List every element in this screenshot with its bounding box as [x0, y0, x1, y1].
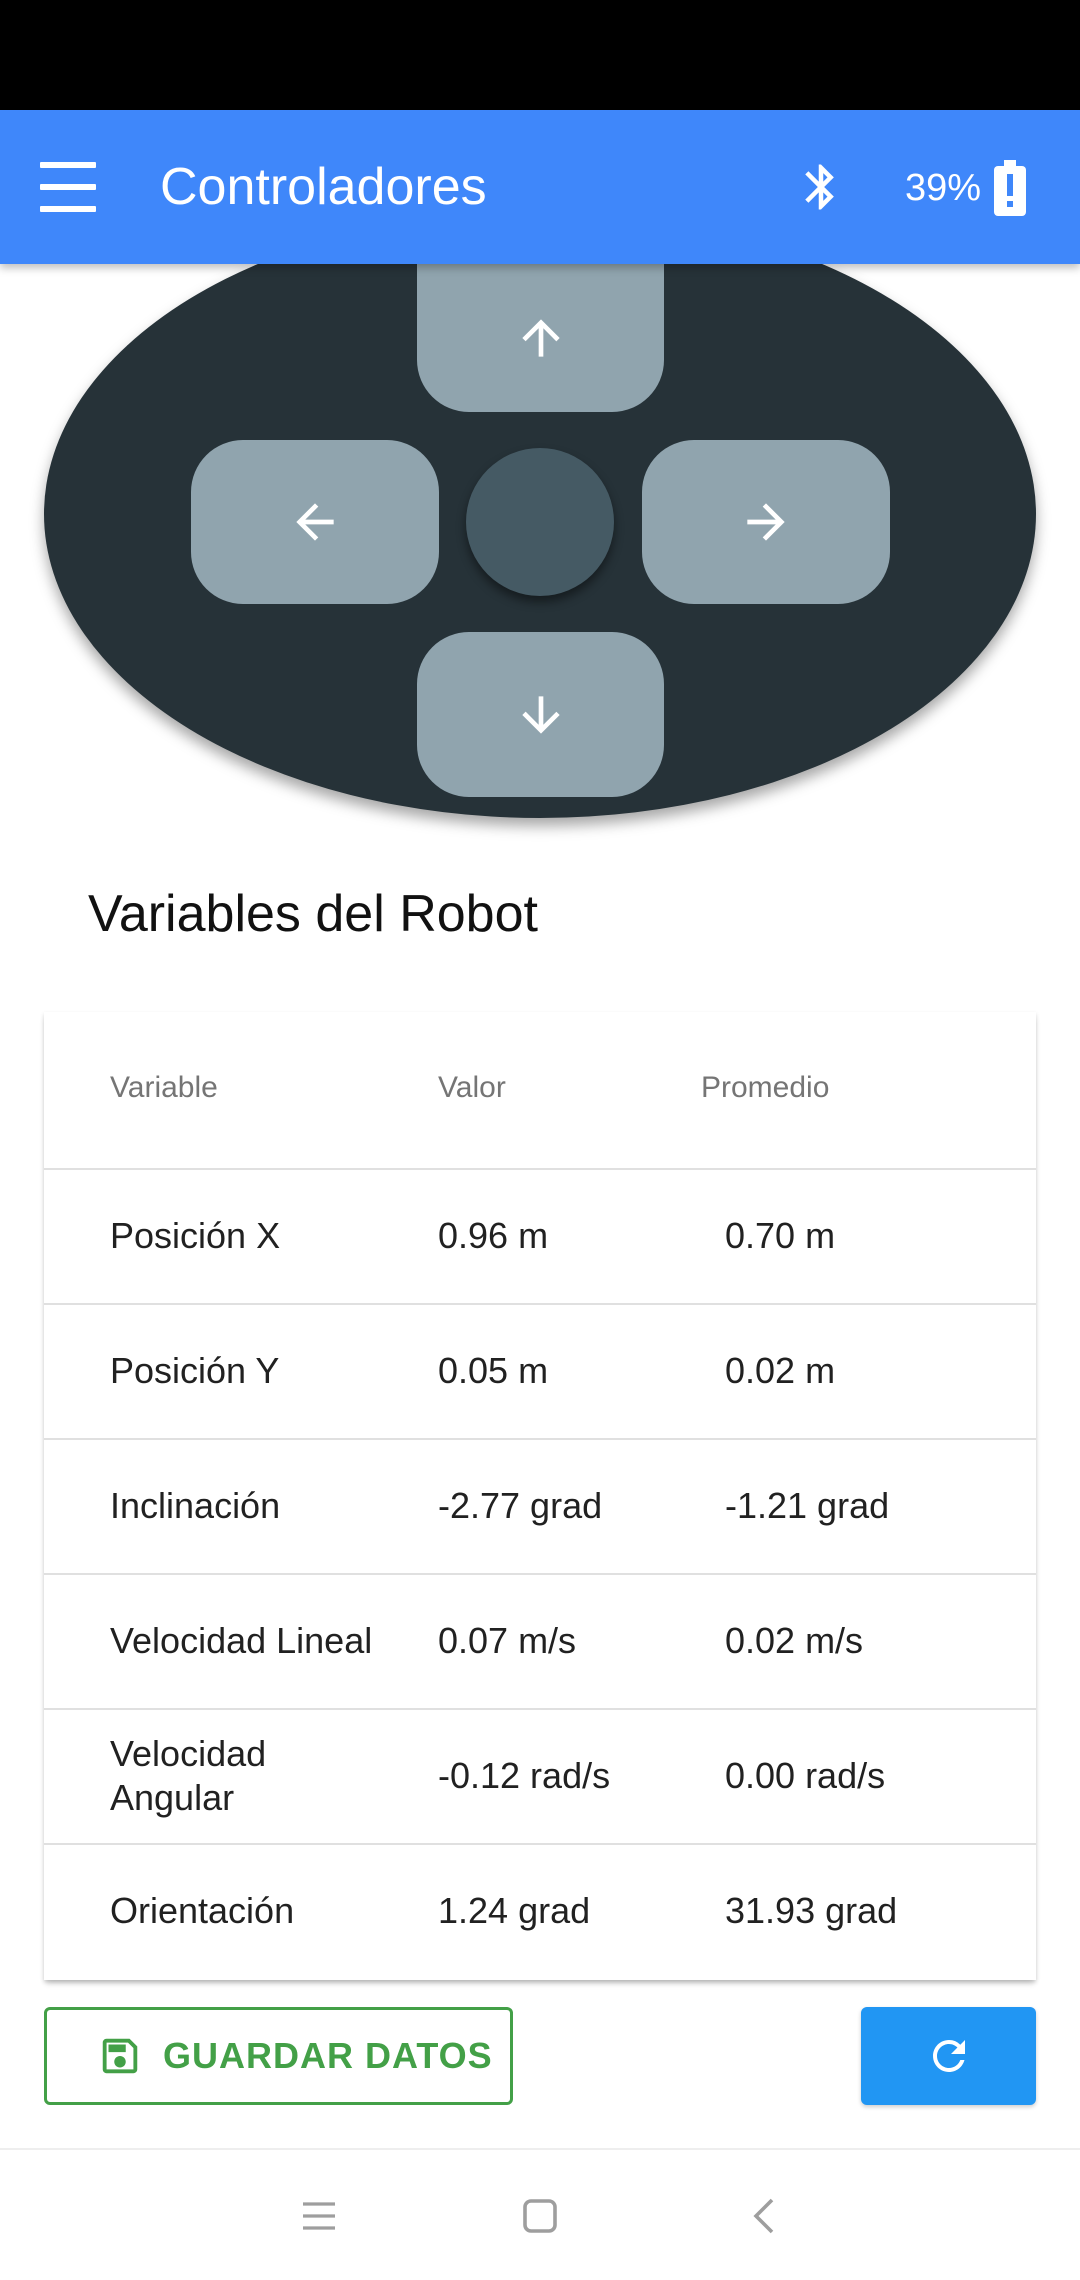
refresh-button[interactable]: [861, 2007, 1036, 2105]
variable-value: 0.07 m/s: [438, 1620, 577, 1661]
column-header-valor: Valor: [438, 1071, 506, 1104]
table-row: Posición Y 0.05 m 0.02 m: [44, 1303, 1036, 1438]
system-nav-bar: [0, 2148, 1080, 2280]
app-bar: Controladores 39%: [0, 110, 1080, 264]
variable-name: Posición X: [110, 1215, 281, 1256]
table-row: Posición X 0.96 m 0.70 m: [44, 1168, 1036, 1303]
status-bar: [0, 0, 1080, 110]
menu-icon[interactable]: [40, 162, 96, 212]
variable-average: 0.02 m: [725, 1350, 836, 1391]
arrow-right-icon: [747, 503, 785, 541]
table-row: Velocidad Angular -0.12 rad/s 0.00 rad/s: [44, 1708, 1036, 1843]
table-row: Orientación 1.24 grad 31.93 grad: [44, 1843, 1036, 1978]
table-row: Velocidad Lineal 0.07 m/s 0.02 m/s: [44, 1573, 1036, 1708]
variable-average: 0.70 m: [725, 1215, 836, 1256]
arrow-left-button[interactable]: [191, 440, 439, 604]
save-icon: [102, 2038, 138, 2074]
back-icon[interactable]: [742, 2192, 790, 2240]
variable-name: Posición Y: [110, 1350, 280, 1391]
save-button-label: GUARDAR DATOS: [163, 2035, 493, 2076]
variable-value: -2.77 grad: [438, 1485, 603, 1526]
variable-average: 0.02 m/s: [725, 1620, 864, 1661]
variable-value: 0.96 m: [438, 1215, 549, 1256]
column-header-variable: Variable: [110, 1071, 218, 1104]
arrow-down-icon: [521, 695, 560, 734]
bluetooth-icon[interactable]: [794, 154, 848, 220]
variable-average: 0.00 rad/s: [725, 1755, 886, 1796]
variable-value: -0.12 rad/s: [438, 1755, 611, 1796]
battery-alert-icon: [994, 160, 1026, 216]
variable-name: Orientación: [110, 1890, 295, 1931]
arrow-right-button[interactable]: [642, 440, 890, 604]
arrow-up-icon: [521, 319, 560, 357]
variable-name: Velocidad Lineal: [110, 1620, 373, 1661]
arrow-left-icon: [296, 503, 334, 541]
variable-average: -1.21 grad: [725, 1485, 890, 1526]
home-icon[interactable]: [516, 2192, 564, 2240]
refresh-icon: [932, 2040, 965, 2072]
column-header-promedio: Promedio: [701, 1071, 830, 1104]
battery-percent: 39%: [905, 167, 982, 209]
recent-apps-icon[interactable]: [295, 2192, 343, 2240]
table-row: Inclinación -2.77 grad -1.21 grad: [44, 1438, 1036, 1573]
dpad-center-knob[interactable]: [466, 448, 614, 596]
section-title: Variables del Robot: [88, 885, 538, 943]
robot-variables-table: Variable Valor Promedio Posición X 0.96 …: [44, 1012, 1036, 1980]
variable-name: Velocidad Angular: [110, 1733, 267, 1818]
variable-name: Inclinación: [110, 1485, 281, 1526]
variable-value: 0.05 m: [438, 1350, 549, 1391]
save-data-button[interactable]: GUARDAR DATOS: [44, 2007, 513, 2105]
variable-average: 31.93 grad: [725, 1890, 898, 1931]
arrow-up-button[interactable]: [417, 264, 664, 412]
page-title: Controladores: [160, 158, 487, 216]
variable-value: 1.24 grad: [438, 1890, 591, 1931]
arrow-down-button[interactable]: [417, 632, 664, 797]
